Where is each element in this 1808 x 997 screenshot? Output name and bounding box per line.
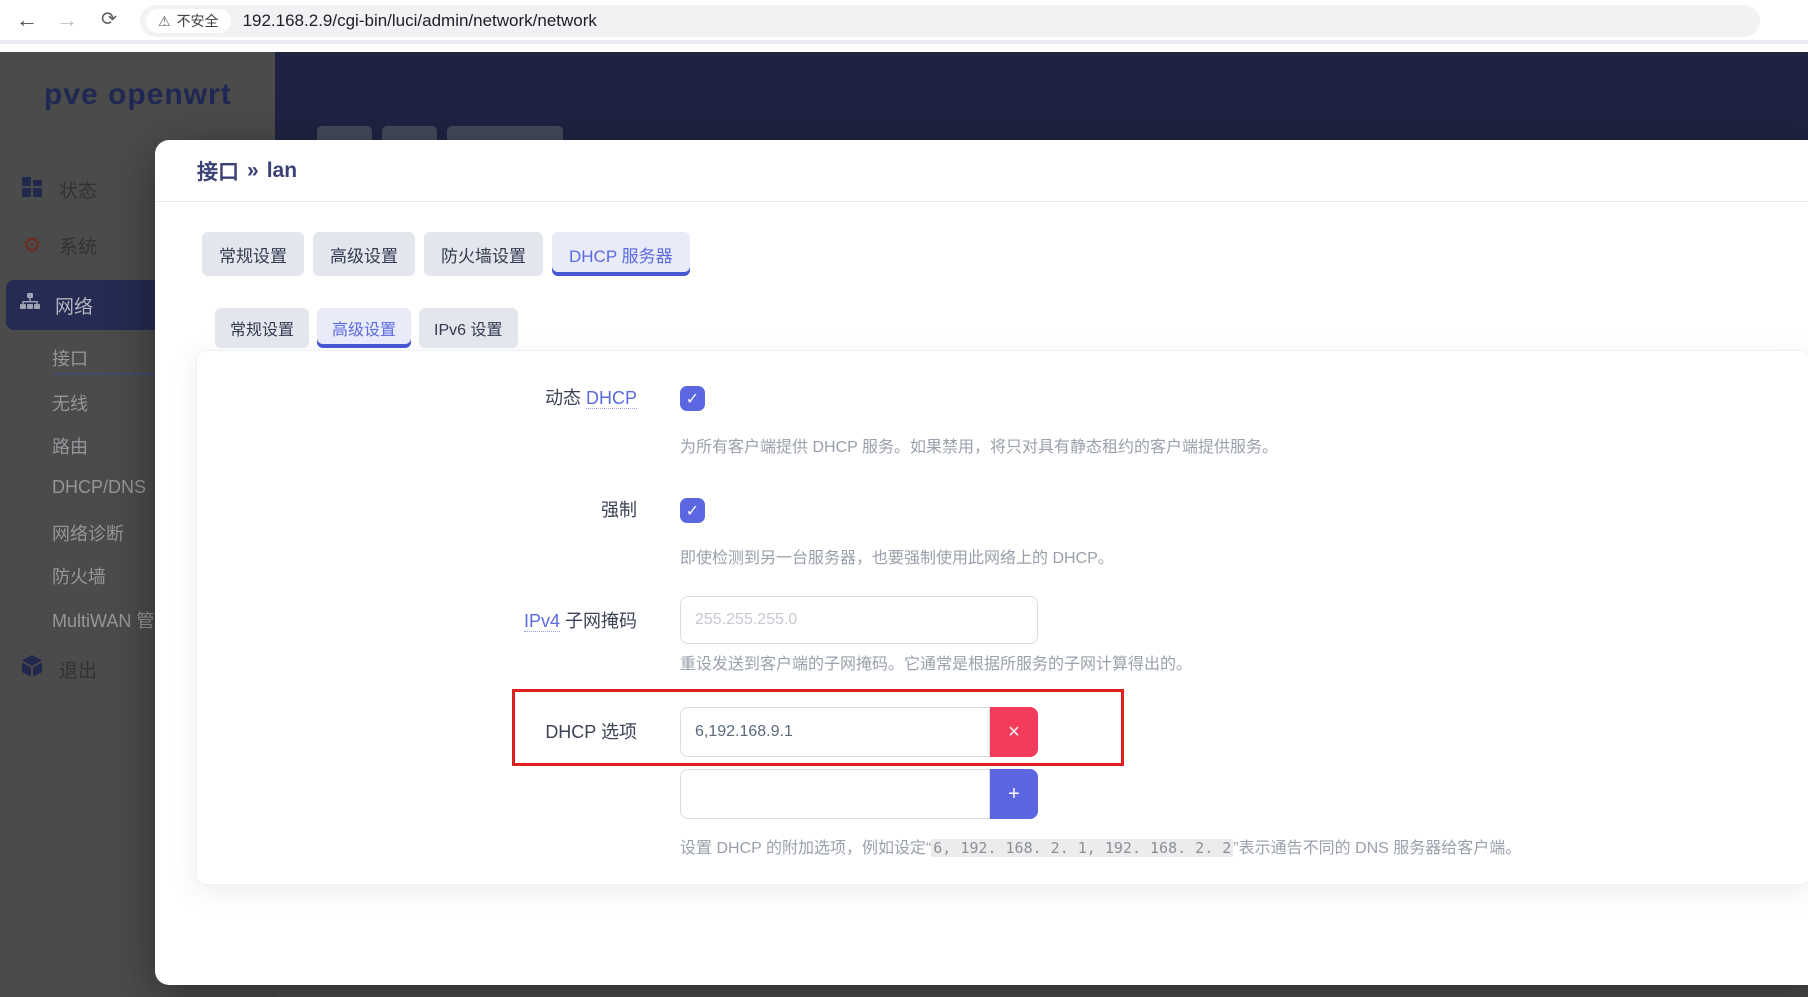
settings-card: 动态 DHCP ✓ 为所有客户端提供 DHCP 服务。如果禁用，将只对具有静态租… xyxy=(196,350,1808,885)
remove-option-button[interactable]: × xyxy=(990,707,1038,757)
cube-icon xyxy=(20,655,44,683)
sitemap-icon xyxy=(20,293,40,317)
breadcrumb-separator-icon: » xyxy=(247,158,259,182)
sidebar-subitem-firewall[interactable]: 防火墙 xyxy=(52,563,106,589)
new-option-input[interactable] xyxy=(680,769,990,819)
netmask-label: IPv4 子网掩码 xyxy=(197,596,637,634)
dhcp-doc-link[interactable]: DHCP xyxy=(585,388,637,409)
tab-advanced-settings[interactable]: 高级设置 xyxy=(313,232,415,276)
dialog-title: 接口 » lan xyxy=(155,140,1808,202)
forward-icon[interactable]: → xyxy=(52,5,82,35)
check-icon: ✓ xyxy=(685,502,700,520)
label-text: 动态 xyxy=(544,388,581,408)
row-dynamic-dhcp: 动态 DHCP ✓ xyxy=(197,386,1808,411)
add-option-button[interactable]: + xyxy=(990,769,1038,819)
dhcp-options-label: DHCP 选项 xyxy=(545,722,637,742)
subtab-ipv6[interactable]: IPv6 设置 xyxy=(419,308,518,348)
help-code-sample: 6, 192. 168. 2. 1, 192. 168. 2. 2 xyxy=(931,839,1234,857)
sidebar-subitem-routes[interactable]: 路由 xyxy=(52,433,88,459)
dynamic-dhcp-help: 为所有客户端提供 DHCP 服务。如果禁用，将只对具有静态租约的客户端提供服务。 xyxy=(680,439,1278,456)
sidebar-item-label: 退出 xyxy=(59,660,98,682)
breadcrumb-name: lan xyxy=(266,158,298,182)
sidebar-subitem-interfaces[interactable]: 接口 xyxy=(52,345,88,371)
sidebar-item-label: 系统 xyxy=(59,237,98,258)
tab-firewall-settings[interactable]: 防火墙设置 xyxy=(424,232,543,276)
sidebar-item-system[interactable]: ⚙ 系统 xyxy=(20,232,97,259)
netmask-input[interactable] xyxy=(680,596,1038,644)
breadcrumb-section: 接口 xyxy=(197,160,239,184)
ipv4-doc-link[interactable]: IPv4 xyxy=(523,611,560,632)
dialog-tabs: 常规设置 高级设置 防火墙设置 DHCP 服务器 xyxy=(202,232,1808,276)
back-icon[interactable]: ← xyxy=(12,5,42,35)
dhcp-options-help: 设置 DHCP 的附加选项，例如设定“ 6, 192. 168. 2. 1, 19… xyxy=(680,839,1521,858)
sidebar-item-label: 状态 xyxy=(59,181,98,202)
app-logo: pve openwrt xyxy=(44,78,232,111)
sidebar-item-status[interactable]: 状态 xyxy=(20,176,97,203)
subtab-advanced[interactable]: 高级设置 xyxy=(317,308,412,348)
row-netmask: IPv4 子网掩码 xyxy=(197,596,1808,644)
warning-icon: ⚠ xyxy=(158,12,171,29)
dhcp-option-input[interactable] xyxy=(680,707,990,757)
check-icon: ✓ xyxy=(685,390,700,408)
subtab-general[interactable]: 常规设置 xyxy=(215,308,310,348)
force-label: 强制 xyxy=(601,500,637,520)
dhcp-subtabs: 常规设置 高级设置 IPv6 设置 xyxy=(215,308,1808,348)
dynamic-dhcp-label: 动态 DHCP xyxy=(197,386,637,411)
help-text: 设置 DHCP 的附加选项，例如设定“ xyxy=(680,840,932,857)
dynamic-dhcp-checkbox[interactable]: ✓ xyxy=(680,386,705,411)
security-label: 不安全 xyxy=(176,13,219,29)
plus-icon: + xyxy=(1008,782,1020,805)
url-text: 192.168.2.9/cgi-bin/luci/admin/network/n… xyxy=(242,11,597,30)
dashboard-icon xyxy=(20,176,44,203)
interface-dialog: 接口 » lan 常规设置 高级设置 防火墙设置 DHCP 服务器 常规设置 高… xyxy=(155,140,1808,985)
sidebar-subitem-dhcp-dns[interactable]: DHCP/DNS xyxy=(52,477,146,498)
force-help: 即使检测到另一台服务器，也要强制使用此网络上的 DHCP。 xyxy=(680,550,1114,567)
force-checkbox[interactable]: ✓ xyxy=(680,498,705,523)
address-bar[interactable]: ⚠ 不安全 192.168.2.9/cgi-bin/luci/admin/net… xyxy=(140,5,1760,37)
sidebar-subitem-diagnostics[interactable]: 网络诊断 xyxy=(52,520,124,546)
security-badge[interactable]: ⚠ 不安全 xyxy=(146,9,231,33)
row-dhcp-options: DHCP 选项 × xyxy=(197,689,1808,766)
close-icon: × xyxy=(1008,720,1020,743)
reload-icon[interactable]: ⟳ xyxy=(94,5,124,35)
gear-icon: ⚙ xyxy=(22,234,42,257)
tab-general-settings[interactable]: 常规设置 xyxy=(202,232,304,276)
netmask-help: 重设发送到客户端的子网掩码。它通常是根据所服务的子网计算得出的。 xyxy=(680,656,1193,673)
row-force: 强制 ✓ xyxy=(197,498,1808,523)
page-top-strip xyxy=(0,44,1808,52)
sidebar-subitem-wireless[interactable]: 无线 xyxy=(52,390,88,416)
row-dhcp-options-new: + xyxy=(197,769,1808,819)
label-text: 子网掩码 xyxy=(565,611,637,631)
help-text: ”表示通告不同的 DNS 服务器给客户端。 xyxy=(1233,840,1522,857)
sidebar-item-label: 网络 xyxy=(55,296,94,318)
tab-dhcp-server[interactable]: DHCP 服务器 xyxy=(552,232,690,276)
browser-chrome: ← → ⟳ ⚠ 不安全 192.168.2.9/cgi-bin/luci/adm… xyxy=(0,0,1808,40)
sidebar-item-logout[interactable]: 退出 xyxy=(20,655,97,683)
